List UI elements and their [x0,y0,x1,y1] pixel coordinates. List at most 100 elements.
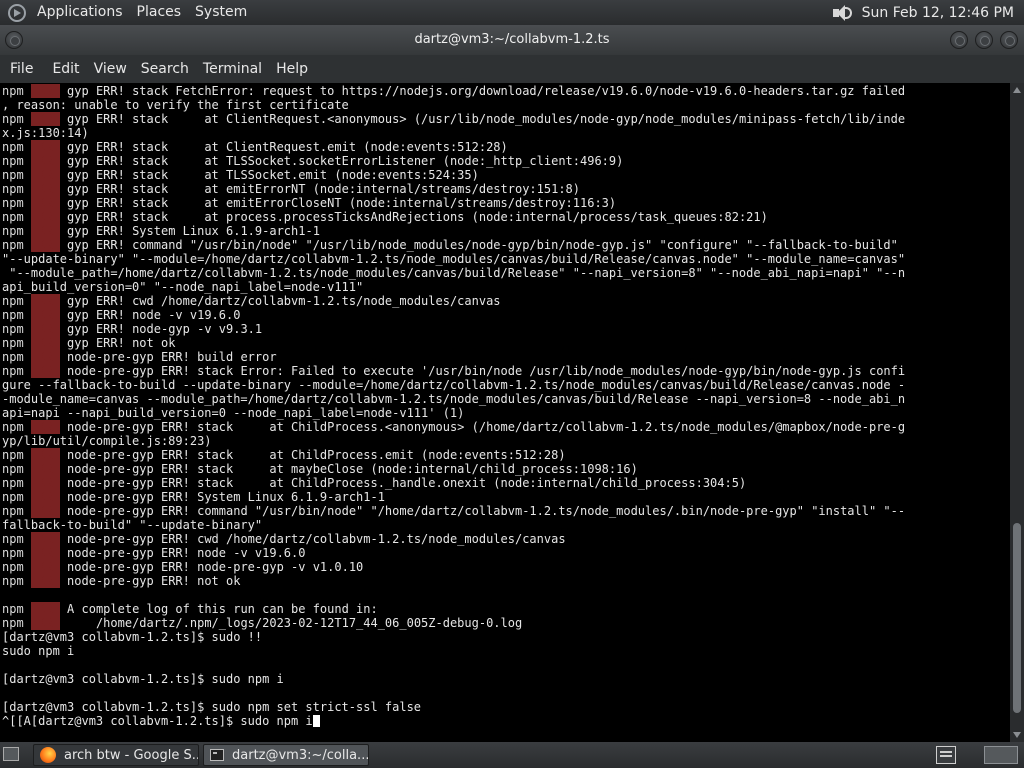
line-text: gyp ERR! stack at process.processTicksAn… [59,210,768,224]
line-text: "--update-binary" "--module=/home/dartz/… [2,252,906,266]
terminal-line: npm ERR! gyp ERR! command "/usr/bin/node… [2,238,1010,252]
scroll-down-icon[interactable] [1013,732,1021,738]
terminal-line: npm ERR! gyp ERR! System Linux 6.1.9-arc… [2,224,1010,238]
err-badge: ERR! [30,602,60,616]
close-button[interactable] [1000,31,1018,49]
terminal-icon [210,749,224,761]
terminal-line: npm ERR! gyp ERR! stack at emitErrorClos… [2,196,1010,210]
line-text: ^[[A[dartz@vm3 collabvm-1.2.ts]$ sudo np… [2,714,313,728]
minimize-button[interactable] [950,31,968,49]
terminal-line: x.js:130:14) [2,126,1010,140]
menu-search[interactable]: Search [134,55,196,83]
line-text: /home/dartz/.npm/_logs/2023-02-12T17_44_… [59,616,523,630]
npm-prefix: npm [2,448,24,462]
task-button-browser[interactable]: arch btw - Google S... [33,744,199,766]
terminal-line: npm ERR! A complete log of this run can … [2,602,1010,616]
terminal-line: npm ERR! gyp ERR! stack at process.proce… [2,210,1010,224]
err-badge: ERR! [30,336,60,350]
terminal-line: npm ERR! gyp ERR! node -v v19.6.0 [2,308,1010,322]
terminal-line: "--update-binary" "--module=/home/dartz/… [2,252,1010,266]
firefox-icon [40,747,56,763]
menu-file[interactable]: File [3,55,40,83]
err-badge: ERR! [30,112,60,126]
npm-prefix: npm [2,616,24,630]
line-text: , reason: unable to verify the first cer… [2,98,349,112]
npm-prefix: npm [2,196,24,210]
menu-edit[interactable]: Edit [45,55,86,83]
menu-places[interactable]: Places [130,0,189,25]
terminal-line: npm ERR! gyp ERR! cwd /home/dartz/collab… [2,294,1010,308]
npm-prefix: npm [2,364,24,378]
workspace-switcher[interactable] [984,746,1018,764]
terminal-line: "--module_path=/home/dartz/collabvm-1.2.… [2,266,1010,280]
err-badge: ERR! [30,140,60,154]
npm-prefix: npm [2,420,24,434]
scroll-up-icon[interactable] [1013,87,1021,93]
npm-prefix: npm [2,294,24,308]
menu-terminal[interactable]: Terminal [196,55,269,83]
npm-prefix: npm [2,238,24,252]
line-text: node-pre-gyp ERR! build error [59,350,277,364]
terminal-line: [dartz@vm3 collabvm-1.2.ts]$ sudo !! [2,630,1010,644]
terminal-line: sudo npm i [2,644,1010,658]
menu-system[interactable]: System [188,0,254,25]
err-badge: ERR! [30,294,60,308]
terminal-line: api_build_version=0" "--node_napi_label=… [2,280,1010,294]
line-text: node-pre-gyp ERR! command "/usr/bin/node… [59,504,906,518]
volume-icon[interactable] [832,4,852,22]
line-text: node-pre-gyp ERR! cwd /home/dartz/collab… [59,532,566,546]
terminal-line: npm ERR! node-pre-gyp ERR! command "/usr… [2,504,1010,518]
err-badge: ERR! [30,196,60,210]
terminal-line: npm ERR! node-pre-gyp ERR! stack at Chil… [2,448,1010,462]
line-text: api=napi --napi_build_version=0 --node_n… [2,406,465,420]
npm-prefix: npm [2,476,24,490]
line-text: node-pre-gyp ERR! stack at ChildProcess.… [59,420,906,434]
err-badge: ERR! [30,238,60,252]
terminal-line: npm ERR! node-pre-gyp ERR! cwd /home/dar… [2,532,1010,546]
terminal-line: npm ERR! gyp ERR! stack FetchError: requ… [2,84,1010,98]
menu-help[interactable]: Help [269,55,315,83]
show-desktop-icon[interactable] [3,747,19,761]
line-text: gyp ERR! stack at ClientRequest.<anonymo… [59,112,906,126]
line-text: gyp ERR! stack at emitErrorNT (node:inte… [59,182,580,196]
npm-prefix: npm [2,154,24,168]
terminal-line: gure --fallback-to-build --update-binary… [2,378,1010,392]
line-text: gyp ERR! stack at ClientRequest.emit (no… [59,140,508,154]
task-button-terminal[interactable]: dartz@vm3:~/colla... [203,744,369,766]
line-text: node-pre-gyp ERR! stack Error: Failed to… [59,364,906,378]
terminal-scrollbar[interactable] [1010,83,1024,742]
npm-prefix: npm [2,602,24,616]
err-badge: ERR! [30,168,60,182]
line-text: "--module_path=/home/dartz/collabvm-1.2.… [2,266,906,280]
menu-applications[interactable]: Applications [30,0,130,25]
terminal-line: npm ERR! node-pre-gyp ERR! stack at mayb… [2,462,1010,476]
clock[interactable]: Sun Feb 12, 12:46 PM [862,5,1014,21]
window-titlebar[interactable]: dartz@vm3:~/collabvm-1.2.ts [0,25,1024,55]
line-text: A complete log of this run can be found … [59,602,378,616]
line-text: yp/lib/util/compile.js:89:23) [2,434,212,448]
npm-prefix: npm [2,546,24,560]
line-text: x.js:130:14) [2,126,89,140]
line-text: gyp ERR! stack at emitErrorCloseNT (node… [59,196,617,210]
terminal-line: npm ERR! node-pre-gyp ERR! System Linux … [2,490,1010,504]
line-text: -module_name=canvas --module_path=/home/… [2,392,906,406]
npm-prefix: npm [2,322,24,336]
err-badge: ERR! [30,420,60,434]
distro-logo-icon[interactable] [8,3,26,22]
tray-terminal-icon[interactable] [936,746,956,764]
text-cursor [312,715,320,727]
npm-prefix: npm [2,308,24,322]
npm-prefix: npm [2,182,24,196]
menu-view[interactable]: View [87,55,134,83]
line-text: gyp ERR! stack FetchError: request to ht… [59,84,906,98]
scroll-thumb[interactable] [1013,523,1021,713]
err-badge: ERR! [30,476,60,490]
npm-prefix: npm [2,504,24,518]
terminal-line: api=napi --napi_build_version=0 --node_n… [2,406,1010,420]
terminal-output[interactable]: npm ERR! gyp ERR! stack FetchError: requ… [0,83,1010,742]
line-text: api_build_version=0" "--node_napi_label=… [2,280,364,294]
maximize-button[interactable] [975,31,993,49]
line-text: node-pre-gyp ERR! node-pre-gyp -v v1.0.1… [59,560,364,574]
window-title: dartz@vm3:~/collabvm-1.2.ts [414,32,610,47]
